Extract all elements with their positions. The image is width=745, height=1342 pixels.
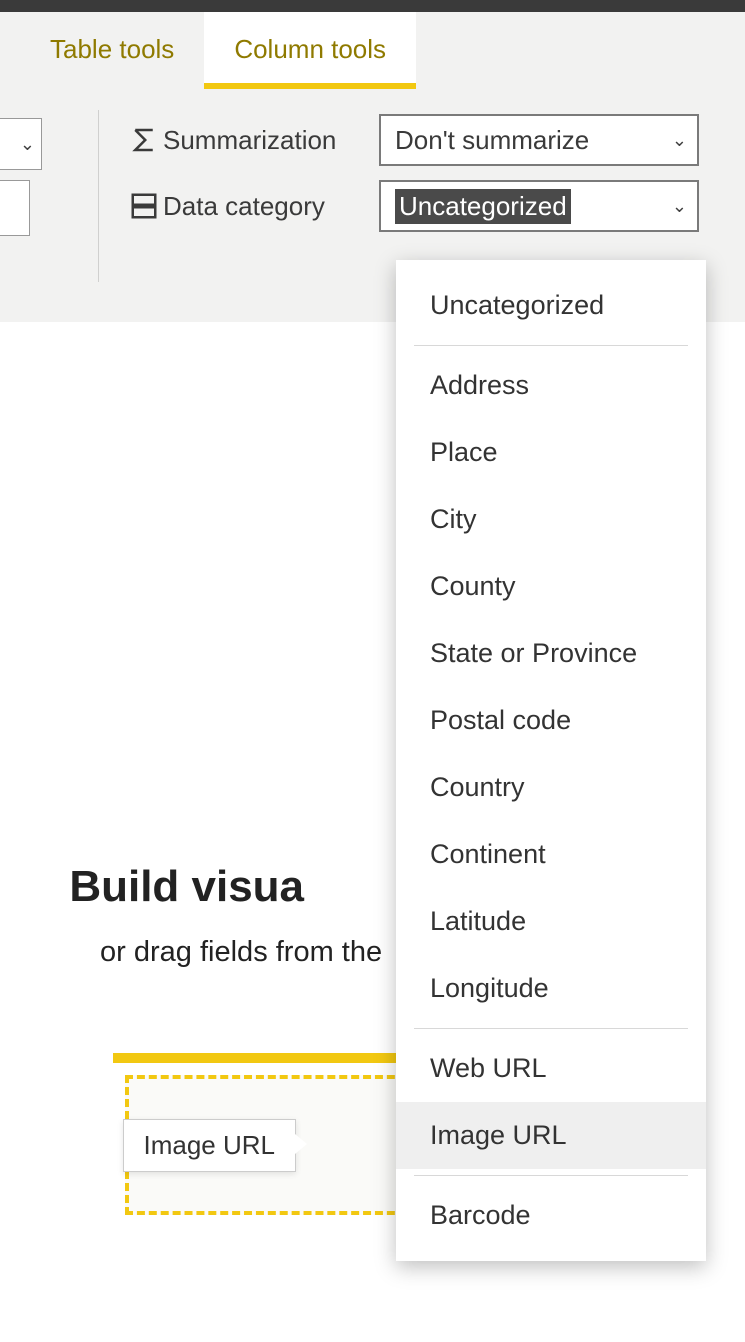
- dropdown-item[interactable]: Postal code: [396, 687, 706, 754]
- dropdown-item[interactable]: Place: [396, 419, 706, 486]
- field-tooltip: Image URL: [123, 1119, 297, 1172]
- dropdown-separator: [414, 1175, 688, 1176]
- chevron-down-icon: ⌄: [20, 134, 35, 155]
- data-category-select[interactable]: Uncategorized ⌄: [379, 180, 699, 232]
- truncated-control[interactable]: [0, 180, 30, 236]
- dropdown-item[interactable]: Country: [396, 754, 706, 821]
- summarization-select[interactable]: Don't summarize ⌄: [379, 114, 699, 166]
- window-titlebar: [0, 0, 745, 12]
- dropdown-item[interactable]: Barcode: [396, 1182, 706, 1249]
- dropdown-item[interactable]: Latitude: [396, 888, 706, 955]
- data-category-dropdown[interactable]: Uncategorized AddressPlaceCityCountyState…: [396, 260, 706, 1261]
- dropdown-separator: [414, 1028, 688, 1029]
- dropdown-item[interactable]: Uncategorized: [396, 272, 706, 339]
- data-category-row: Data category Uncategorized ⌄: [125, 180, 745, 232]
- data-category-label: Data category: [163, 191, 379, 222]
- dropdown-item[interactable]: State or Province: [396, 620, 706, 687]
- tab-table-tools[interactable]: Table tools: [20, 12, 204, 89]
- chevron-down-icon: ⌄: [672, 130, 687, 151]
- dropdown-item[interactable]: Image URL: [396, 1102, 706, 1169]
- dropdown-item[interactable]: Address: [396, 352, 706, 419]
- dropdown-separator: [414, 345, 688, 346]
- chevron-down-icon: ⌄: [672, 196, 687, 217]
- dropdown-item[interactable]: City: [396, 486, 706, 553]
- truncated-dropdown[interactable]: ⌄: [0, 118, 42, 170]
- dropdown-item[interactable]: County: [396, 553, 706, 620]
- sub-left-fragment: or drag fields from the: [100, 936, 382, 968]
- summarization-row: Summarization Don't summarize ⌄: [125, 114, 745, 166]
- summarization-value: Don't summarize: [395, 125, 589, 156]
- summarization-label: Summarization: [163, 125, 379, 156]
- ribbon-tabstrip: Table tools Column tools: [0, 12, 745, 90]
- dropdown-item[interactable]: Continent: [396, 821, 706, 888]
- dropdown-item[interactable]: Longitude: [396, 955, 706, 1022]
- heading-left-fragment: Build visua: [69, 862, 304, 911]
- sigma-icon: [125, 125, 163, 155]
- ribbon-left-fragment: ⌄: [0, 90, 48, 322]
- data-category-value: Uncategorized: [395, 189, 571, 224]
- dropdown-item[interactable]: Web URL: [396, 1035, 706, 1102]
- category-icon: [125, 191, 163, 221]
- tab-column-tools[interactable]: Column tools: [204, 12, 416, 89]
